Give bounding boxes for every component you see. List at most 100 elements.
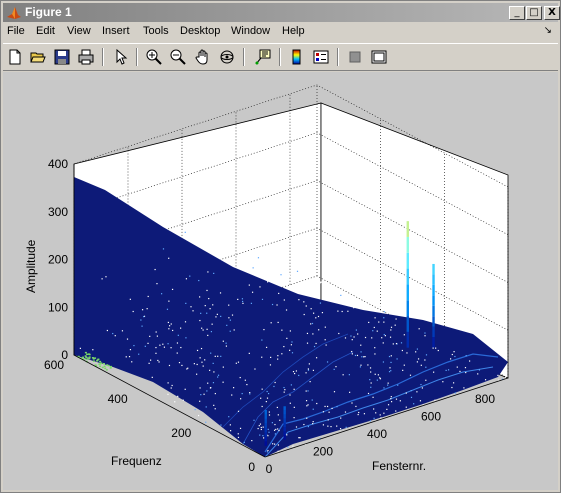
surface-speckle (327, 419, 329, 421)
surface-speckle (373, 408, 375, 410)
pan-hand-icon[interactable] (193, 47, 213, 67)
surface-speckle (88, 356, 91, 358)
surface-speckle (196, 349, 199, 352)
surface-speckle (367, 364, 369, 366)
menu-help[interactable]: Help (282, 25, 305, 37)
surface-speckle (249, 391, 251, 394)
surface-speckle (125, 356, 127, 358)
surface-speckle (454, 355, 456, 358)
surface-speckle (126, 338, 129, 340)
surface-plot[interactable]: 010020030040002004006000200400600800 Amp… (3, 72, 558, 490)
toolbar-separator (102, 48, 104, 66)
surface-speckle (147, 342, 149, 344)
surface-speckle (105, 369, 108, 371)
surface-speckle (216, 313, 218, 315)
surface-speckle (383, 321, 385, 323)
surface-speckle (345, 426, 347, 428)
menu-window[interactable]: Window (231, 25, 270, 37)
y-axis-label: Frequenz (111, 454, 162, 468)
surface-speckle (348, 374, 350, 376)
surface-speckle (261, 339, 263, 341)
surface-speckle (311, 322, 314, 325)
hide-plot-tools-icon[interactable] (345, 47, 365, 67)
surface-speckle (252, 267, 254, 269)
surface-speckle (248, 284, 250, 286)
surface-speckle (419, 400, 422, 402)
toolbar-separator (337, 48, 339, 66)
surface-speckle (273, 429, 276, 431)
surface-speckle (143, 315, 145, 318)
surface-speckle (237, 298, 239, 301)
menu-edit[interactable]: Edit (36, 25, 55, 37)
zoom-in-icon[interactable] (144, 47, 164, 67)
insert-legend-icon[interactable] (311, 47, 331, 67)
surface-speckle (327, 425, 329, 427)
surface-speckle (215, 316, 217, 318)
open-file-icon[interactable] (28, 47, 48, 67)
menu-tools[interactable]: Tools (143, 25, 169, 37)
surface-speckle (389, 367, 391, 369)
surface-speckle (240, 398, 242, 400)
surface-speckle (363, 413, 366, 415)
insert-colorbar-icon[interactable] (287, 47, 307, 67)
surface-speckle (257, 427, 259, 430)
surface-speckle (374, 373, 376, 375)
new-figure-icon[interactable] (5, 47, 25, 67)
surface-speckle (266, 451, 268, 453)
surface-speckle (362, 294, 364, 296)
surface-speckle (324, 405, 326, 408)
surface-speckle (110, 365, 113, 368)
print-icon[interactable] (76, 47, 96, 67)
surface-speckle (315, 342, 317, 345)
toolbar-separator (279, 48, 281, 66)
surface-speckle (289, 330, 291, 332)
surface-speckle (383, 317, 385, 319)
surface-speckle (420, 383, 422, 386)
title-bar[interactable]: Figure 1 _ □ X (3, 3, 560, 22)
surface-speckle (269, 364, 272, 366)
maximize-button[interactable]: □ (526, 6, 542, 20)
close-button[interactable]: X (544, 6, 560, 20)
show-plot-tools-icon[interactable] (369, 47, 389, 67)
rotate-3d-icon[interactable] (217, 47, 237, 67)
figure-canvas[interactable]: 0 100 200 300 400 0 200 400 600 0 200 400 600 800 Amp… (3, 72, 558, 490)
surface-speckle (212, 304, 214, 306)
surface-speckle (82, 356, 85, 359)
surface-speckle (286, 434, 288, 436)
menu-bar: File Edit View Insert Tools Desktop Wind… (3, 23, 558, 41)
surface-speckle (99, 365, 102, 367)
surface-speckle (158, 361, 160, 363)
dock-arrow-icon[interactable]: ↘ (544, 25, 552, 36)
surface-speckle (261, 405, 263, 408)
menu-insert[interactable]: Insert (102, 25, 130, 37)
surface-speckle (292, 370, 295, 373)
surface-speckle (397, 384, 399, 386)
surface-speckle (387, 404, 390, 406)
surface-speckle (350, 335, 352, 337)
surface-speckle (307, 368, 309, 370)
save-icon[interactable] (52, 47, 72, 67)
data-cursor-icon[interactable] (253, 47, 273, 67)
edit-plot-arrow-icon[interactable] (111, 47, 131, 67)
surface-speckle (277, 428, 279, 430)
surface-speckle (260, 428, 262, 431)
zoom-out-icon[interactable] (168, 47, 188, 67)
surface-speckle (267, 435, 269, 437)
minimize-button[interactable]: _ (509, 6, 525, 20)
surface-speckle (206, 312, 208, 314)
menu-file[interactable]: File (7, 25, 25, 37)
surface-speckle (312, 423, 314, 425)
surface-speckle (268, 392, 270, 395)
surface-speckle (220, 424, 222, 426)
surface-speckle (432, 347, 434, 349)
surface-speckle (328, 411, 330, 413)
surface-speckle (230, 430, 232, 432)
menu-desktop[interactable]: Desktop (180, 25, 220, 37)
surface-speckle (222, 381, 224, 383)
surface-speckle (167, 382, 169, 384)
surface-speckle (376, 379, 378, 381)
surface-speckle (390, 370, 392, 372)
surface-speckle (210, 331, 213, 333)
surface-speckle (185, 337, 187, 339)
menu-view[interactable]: View (67, 25, 91, 37)
